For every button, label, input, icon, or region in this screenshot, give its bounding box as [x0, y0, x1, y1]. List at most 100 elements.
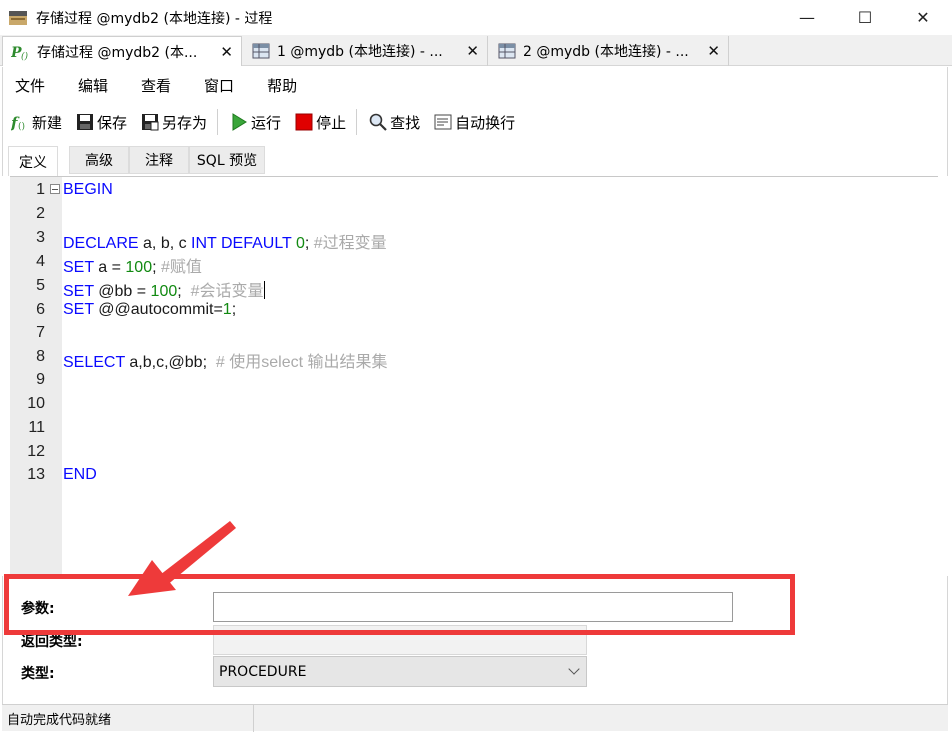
stop-label: 停止 [316, 113, 347, 132]
save-icon [76, 113, 94, 131]
number-literal: 0 [295, 235, 305, 252]
line-number: 4 [36, 253, 45, 270]
keyword: INT DEFAULT [191, 235, 292, 252]
close-window-button[interactable]: ✕ [894, 0, 952, 35]
toolbar-separator [356, 109, 358, 135]
line-number: 8 [36, 348, 45, 365]
keyword: SELECT [63, 354, 125, 371]
line-number: 6 [36, 301, 45, 318]
minimize-button[interactable]: — [778, 0, 836, 35]
tab-query-1[interactable]: 1 @mydb (本地连接) - ... ✕ [243, 36, 488, 66]
window-title: 存储过程 @mydb2 (本地连接) - 过程 [36, 10, 273, 27]
document-tab-bar: P () 存储过程 @mydb2 (本... ✕ 1 @mydb (本地连接) … [0, 35, 952, 66]
tab-close-icon[interactable]: ✕ [707, 42, 720, 60]
find-button[interactable]: 查找 [369, 112, 420, 133]
code-text: a = [93, 259, 126, 276]
code-line-3: DECLARE a, b, c INT DEFAULT 0; #过程变量 [63, 229, 387, 253]
toolbar-separator [217, 109, 219, 135]
code-text: a,b,c,@bb; [124, 354, 208, 371]
tab-query-2[interactable]: 2 @mydb (本地连接) - ... ✕ [489, 36, 729, 66]
title-bar: 存储过程 @mydb2 (本地连接) - 过程 — ☐ ✕ [0, 0, 952, 35]
line-number: 13 [27, 466, 45, 483]
menu-bar: 文件 编辑 查看 窗口 帮助 [2, 67, 948, 103]
menu-edit[interactable]: 编辑 [66, 75, 120, 96]
line-number: 5 [36, 277, 45, 294]
comment: #会话变量 [181, 283, 264, 300]
word-wrap-button[interactable]: 自动换行 [434, 112, 515, 133]
tab-close-icon[interactable]: ✕ [466, 42, 479, 60]
code-text: @@autocommit= [93, 301, 223, 318]
new-function-icon: f () [10, 113, 29, 132]
line-number: 2 [36, 205, 45, 222]
keyword: SET [63, 301, 94, 318]
svg-text:(): () [21, 51, 29, 61]
fold-toggle-icon[interactable] [50, 184, 60, 194]
menu-file[interactable]: 文件 [3, 75, 57, 96]
run-label: 运行 [251, 113, 282, 132]
type-select-value: PROCEDURE [219, 663, 307, 680]
code-text: @bb = [93, 283, 151, 300]
save-as-button[interactable]: 另存为 [141, 112, 207, 133]
comment: #过程变量 [309, 235, 387, 252]
new-label: 新建 [32, 113, 63, 132]
comment: #赋值 [156, 259, 202, 276]
save-as-icon [141, 113, 159, 131]
code-line-1: BEGIN [63, 181, 113, 199]
table-grid-icon [251, 42, 271, 60]
word-wrap-icon [434, 113, 452, 131]
find-label: 查找 [390, 113, 421, 132]
status-bar: 自动完成代码就绪 [2, 704, 948, 732]
code-line-5: SET @bb = 100; #会话变量 [63, 277, 265, 301]
play-icon [230, 113, 248, 131]
run-button[interactable]: 运行 [230, 112, 281, 133]
tab-sql-preview[interactable]: SQL 预览 [189, 146, 265, 174]
menu-view[interactable]: 查看 [129, 75, 183, 96]
word-wrap-label: 自动换行 [455, 113, 516, 132]
type-label: 类型: [21, 666, 55, 682]
status-text: 自动完成代码就绪 [2, 704, 254, 732]
stop-icon [295, 113, 313, 131]
tab-stored-procedure[interactable]: P () 存储过程 @mydb2 (本... ✕ [2, 36, 242, 66]
number-literal: 100 [125, 259, 153, 276]
line-number: 7 [36, 324, 45, 341]
code-line-13: END [63, 466, 97, 484]
code-line-4: SET a = 100; #赋值 [63, 253, 202, 277]
code-line-8: SELECT a,b,c,@bb; # 使用select 输出结果集 [63, 348, 388, 372]
tab-comment[interactable]: 注释 [129, 146, 189, 174]
line-number: 11 [28, 419, 45, 436]
code-text: ; [231, 301, 237, 318]
line-number: 9 [36, 371, 45, 388]
line-number-gutter: 1 2 3 4 5 6 7 8 9 10 11 12 13 [10, 177, 62, 577]
app-icon [8, 9, 30, 27]
keyword: BEGIN [63, 181, 113, 198]
window-controls: — ☐ ✕ [778, 0, 952, 35]
text-cursor [263, 281, 265, 299]
chevron-down-icon [568, 663, 580, 675]
tab-close-icon[interactable]: ✕ [220, 43, 233, 61]
code-text: a, b, c [138, 235, 192, 252]
stop-button[interactable]: 停止 [295, 112, 346, 133]
code-line-6: SET @@autocommit=1; [63, 301, 236, 319]
tab-definition[interactable]: 定义 [8, 146, 58, 176]
new-button[interactable]: f () 新建 [10, 112, 63, 133]
code-editor[interactable]: 1 2 3 4 5 6 7 8 9 10 11 12 13 BEGIN DECL… [10, 176, 938, 577]
tab-advanced[interactable]: 高级 [69, 146, 129, 174]
number-literal: 100 [150, 283, 178, 300]
save-label: 保存 [97, 113, 128, 132]
svg-text:(): () [18, 121, 25, 131]
type-select[interactable]: PROCEDURE [213, 656, 587, 687]
save-button[interactable]: 保存 [76, 112, 127, 133]
line-number: 3 [36, 229, 45, 246]
keyword: DECLARE [63, 235, 139, 252]
menu-help[interactable]: 帮助 [255, 75, 309, 96]
tab-label: 2 @mydb (本地连接) - ... [523, 44, 689, 60]
table-grid-icon [497, 42, 517, 60]
comment: # 使用select 输出结果集 [207, 354, 388, 371]
menu-window[interactable]: 窗口 [192, 75, 246, 96]
save-as-label: 另存为 [162, 113, 208, 132]
line-number: 10 [27, 395, 45, 412]
keyword: END [63, 466, 97, 483]
maximize-button[interactable]: ☐ [836, 0, 894, 35]
number-literal: 1 [222, 301, 232, 318]
keyword: SET [63, 259, 94, 276]
